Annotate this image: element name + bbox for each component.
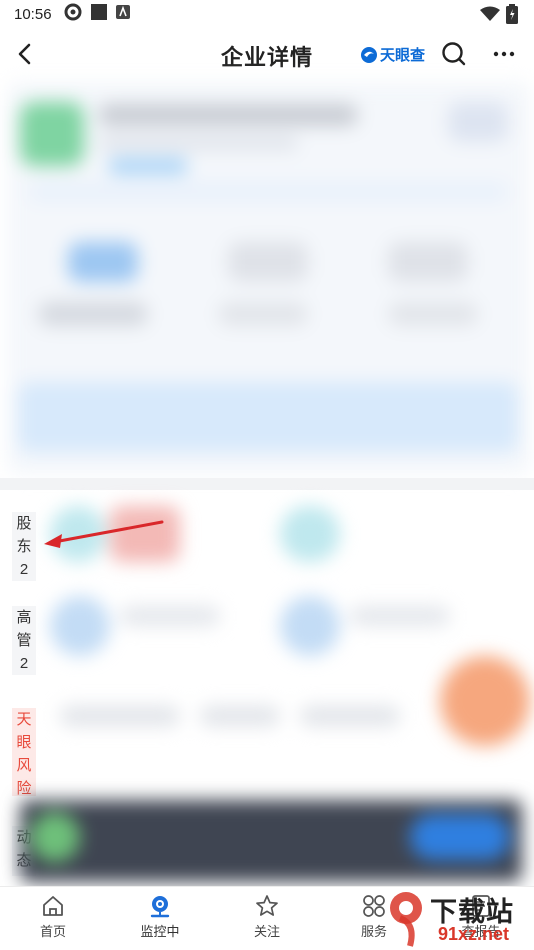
home-icon: [43, 896, 63, 916]
nav-item-home[interactable]: 首页: [13, 893, 93, 940]
services-grid-icon: [363, 895, 385, 917]
nav-label: 首页: [39, 924, 66, 939]
side-tab-shareholders[interactable]: 股东 2: [12, 512, 36, 581]
nav-item-follow[interactable]: 关注: [227, 893, 307, 940]
battery-icon: [506, 4, 518, 28]
more-dots-icon: [493, 51, 515, 57]
side-tab-label: 高管: [16, 609, 32, 649]
side-tab-label: 股东: [16, 515, 32, 555]
site-watermark: 下载站 91xz.net: [386, 886, 534, 950]
company-info-card-blurred: [8, 82, 530, 474]
wifi-icon: [480, 6, 500, 26]
brand-logo[interactable]: 天眼查: [360, 44, 425, 65]
status-bar: 10:56: [0, 0, 534, 28]
header: 企业详情 天眼查: [0, 30, 534, 78]
status-time: 10:56: [14, 5, 52, 23]
nav-label: 关注: [253, 924, 280, 939]
nav-item-monitoring[interactable]: 监控中: [120, 893, 200, 940]
settings-gear-icon: [64, 3, 82, 25]
star-icon: [256, 895, 278, 916]
nav-label: 监控中: [140, 924, 180, 939]
watermark-logo-icon: [390, 892, 422, 947]
side-tab-executives[interactable]: 高管 2: [12, 606, 36, 675]
more-button[interactable]: [490, 40, 518, 68]
section-divider: [0, 478, 534, 490]
annotation-arrow-icon: [44, 520, 164, 548]
app-notification-icon: [115, 5, 130, 23]
tianyancha-logo-icon: [361, 46, 377, 63]
side-tab-label: 天眼风险: [16, 711, 32, 796]
search-button[interactable]: [440, 40, 468, 68]
side-tab-count: 2: [19, 561, 29, 578]
side-tab-risk[interactable]: 天眼风险: [12, 708, 36, 796]
side-tab-count: 2: [19, 655, 29, 672]
floating-promo-bar-blurred: [20, 800, 522, 882]
search-icon: [442, 42, 466, 66]
brand-name: 天眼查: [380, 47, 426, 64]
watermark-text-bottom: 91xz.net: [438, 924, 510, 944]
monitor-camera-icon: [150, 896, 170, 918]
square-notification-icon: [90, 3, 108, 25]
